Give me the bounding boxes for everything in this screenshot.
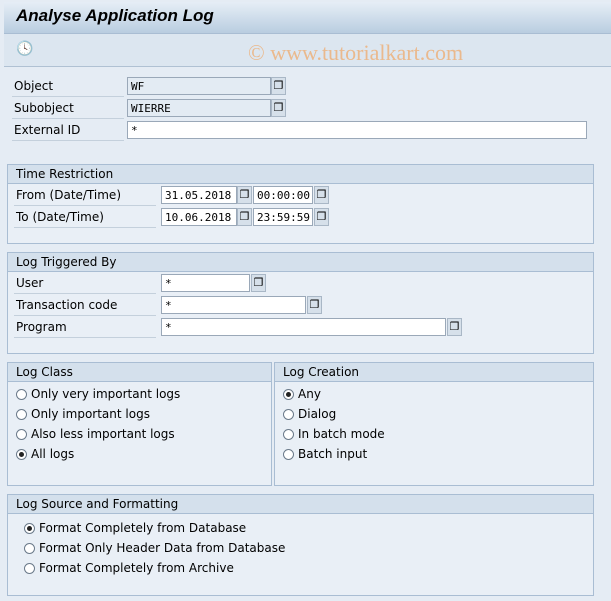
subobject-label: Subobject	[12, 99, 124, 119]
option-label: Format Completely from Database	[39, 521, 247, 535]
option-label: Any	[298, 387, 321, 401]
tcode-input[interactable]: *	[161, 296, 306, 314]
option-label: Only very important logs	[31, 387, 181, 401]
option-label: Dialog	[298, 407, 337, 421]
radio-dialog[interactable]: Dialog	[283, 404, 593, 424]
copy-icon[interactable]: ❐	[447, 318, 462, 336]
option-label: Batch input	[298, 447, 368, 461]
from-label: From (Date/Time)	[14, 186, 156, 206]
object-input[interactable]: WF	[127, 77, 271, 95]
option-label: In batch mode	[298, 427, 385, 441]
radio-all-logs[interactable]: All logs	[16, 444, 271, 464]
copy-icon[interactable]: ❐	[314, 186, 329, 204]
group-title: Log Class	[8, 363, 271, 382]
radio-less-important[interactable]: Also less important logs	[16, 424, 271, 444]
copy-icon[interactable]: ❐	[251, 274, 266, 292]
log-source-group: Log Source and Formatting Format Complet…	[7, 494, 594, 596]
copy-icon[interactable]: ❐	[314, 208, 329, 226]
group-title: Log Creation	[275, 363, 593, 382]
external-id-label: External ID	[12, 121, 124, 141]
radio-header-db[interactable]: Format Only Header Data from Database	[24, 538, 593, 558]
from-date-input[interactable]: 31.05.2018	[161, 186, 237, 204]
tcode-label: Transaction code	[14, 296, 156, 316]
radio-icon[interactable]	[283, 449, 294, 460]
user-label: User	[14, 274, 156, 294]
copy-icon[interactable]: ❐	[271, 99, 286, 117]
copy-icon[interactable]: ❐	[237, 186, 252, 204]
to-time-input[interactable]: 23:59:59	[253, 208, 313, 226]
user-input[interactable]: *	[161, 274, 250, 292]
radio-icon[interactable]	[283, 389, 294, 400]
radio-icon[interactable]	[283, 409, 294, 420]
program-label: Program	[14, 318, 156, 338]
option-label: All logs	[31, 447, 75, 461]
radio-batch-input[interactable]: Batch input	[283, 444, 593, 464]
radio-icon[interactable]	[283, 429, 294, 440]
radio-icon[interactable]	[16, 449, 27, 460]
to-label: To (Date/Time)	[14, 208, 156, 228]
external-id-input[interactable]: *	[127, 121, 587, 139]
radio-icon[interactable]	[16, 429, 27, 440]
radio-archive[interactable]: Format Completely from Archive	[24, 558, 593, 578]
radio-icon[interactable]	[16, 409, 27, 420]
from-time-input[interactable]: 00:00:00	[253, 186, 313, 204]
radio-very-important[interactable]: Only very important logs	[16, 384, 271, 404]
radio-format-db[interactable]: Format Completely from Database	[24, 518, 593, 538]
radio-batch-mode[interactable]: In batch mode	[283, 424, 593, 444]
radio-icon[interactable]	[24, 563, 35, 574]
clock-check-icon[interactable]: 🕓	[16, 41, 33, 57]
program-input[interactable]: *	[161, 318, 446, 336]
group-title: Time Restriction	[8, 165, 593, 184]
copy-icon[interactable]: ❐	[237, 208, 252, 226]
radio-icon[interactable]	[24, 543, 35, 554]
radio-any[interactable]: Any	[283, 384, 593, 404]
option-label: Also less important logs	[31, 427, 175, 441]
option-label: Format Completely from Archive	[39, 561, 234, 575]
watermark: © www.tutorialkart.com	[248, 40, 464, 65]
log-creation-group: Log Creation Any Dialog In batch mode Ba…	[274, 362, 594, 486]
radio-icon[interactable]	[24, 523, 35, 534]
radio-important[interactable]: Only important logs	[16, 404, 271, 424]
radio-icon[interactable]	[16, 389, 27, 400]
copy-icon[interactable]: ❐	[307, 296, 322, 314]
subobject-input[interactable]: WIERRE	[127, 99, 271, 117]
option-label: Only important logs	[31, 407, 150, 421]
page-title: Analyse Application Log	[16, 6, 214, 25]
option-label: Format Only Header Data from Database	[39, 541, 286, 555]
object-label: Object	[12, 77, 124, 97]
group-title: Log Triggered By	[8, 253, 593, 272]
to-date-input[interactable]: 10.06.2018	[161, 208, 237, 226]
group-title: Log Source and Formatting	[8, 495, 593, 514]
copy-icon[interactable]: ❐	[271, 77, 286, 95]
log-class-group: Log Class Only very important logs Only …	[7, 362, 272, 486]
